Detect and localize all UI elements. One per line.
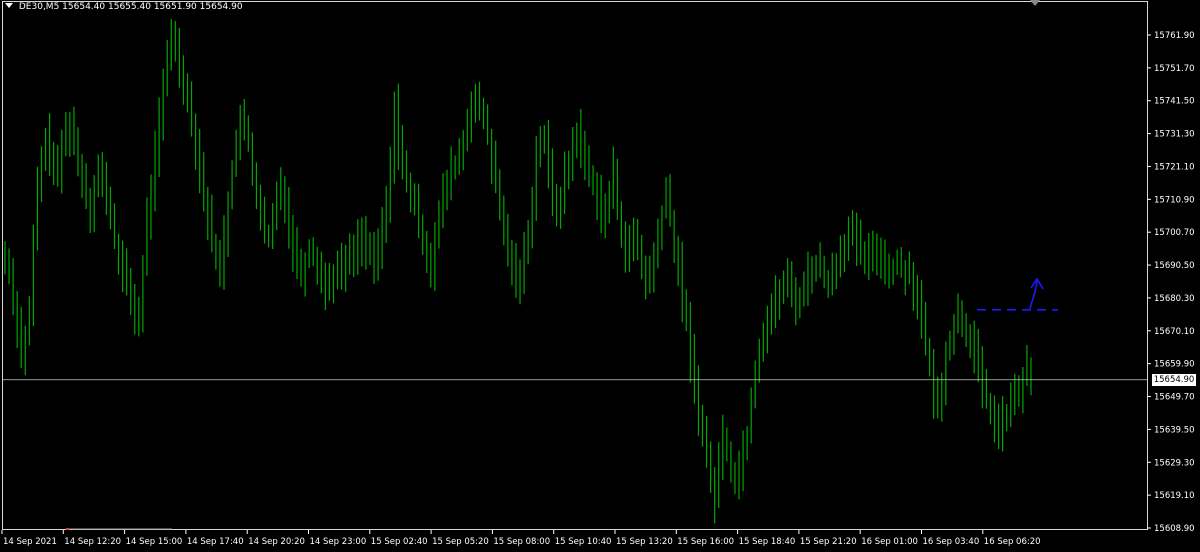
x-tick-label: 15 Sep 05:20 (432, 537, 489, 547)
ohlc-high: 15655.40 (108, 2, 151, 12)
scroll-marker (66, 528, 69, 530)
y-tick-label: 15751.70 (1154, 64, 1195, 74)
ohlc-close: 15654.90 (199, 2, 243, 12)
y-tick-label: 15639.50 (1154, 425, 1195, 435)
y-tick-label: 15629.30 (1154, 458, 1195, 468)
x-tick-label: 15 Sep 18:40 (739, 537, 796, 547)
y-tick-label: 15649.70 (1154, 393, 1195, 403)
y-tick-label: 15731.30 (1154, 130, 1195, 140)
x-tick-label: 14 Sep 15:00 (126, 537, 183, 547)
y-tick-label: 15659.90 (1154, 360, 1195, 370)
ohlc-low: 15651.90 (153, 2, 197, 12)
y-tick-label: 15741.50 (1154, 97, 1195, 107)
y-tick-label: 15710.90 (1154, 195, 1195, 205)
x-tick-label: 15 Sep 08:00 (493, 537, 550, 547)
y-tick-label: 15680.30 (1154, 294, 1195, 304)
y-tick-label: 15761.90 (1154, 31, 1195, 41)
y-tick-label: 15700.70 (1154, 228, 1195, 238)
x-tick-label: 16 Sep 01:00 (861, 537, 918, 547)
x-tick-label: 15 Sep 10:40 (555, 537, 612, 547)
x-tick-label: 14 Sep 17:40 (187, 537, 244, 547)
shift-marker-icon[interactable] (1030, 0, 1040, 6)
symbol-header: DE30,M5 15654.40 15655.40 15651.90 15654… (5, 2, 243, 13)
chart-window[interactable]: 15761.90 15751.70 15741.50 15731.30 15721.10… (0, 0, 1200, 552)
y-tick-label: 15721.10 (1154, 162, 1195, 172)
y-tick-label: 15619.10 (1154, 491, 1195, 501)
x-tick-label: 14 Sep 2021 (3, 537, 57, 547)
x-tick-label: 14 Sep 23:00 (310, 537, 367, 547)
y-tick-label: 15690.50 (1154, 261, 1195, 271)
x-tick-label: 16 Sep 03:40 (923, 537, 980, 547)
current-price-label: 15654.90 (1152, 374, 1196, 386)
x-tick-label: 16 Sep 06:20 (984, 537, 1041, 547)
symbol-name: DE30,M5 (18, 2, 60, 12)
x-tick-label: 15 Sep 21:20 (800, 537, 857, 547)
x-tick-label: 14 Sep 20:20 (248, 537, 305, 547)
ohlc-open: 15654.40 (62, 2, 106, 12)
y-tick-label: 15608.90 (1154, 524, 1195, 534)
x-tick-label: 15 Sep 16:00 (677, 537, 734, 547)
x-tick-label: 15 Sep 13:20 (616, 537, 673, 547)
x-tick-label: 15 Sep 02:40 (371, 537, 428, 547)
x-tick-label: 14 Sep 12:20 (64, 537, 121, 547)
dropdown-triangle-icon[interactable] (5, 3, 13, 8)
chart-svg: 15761.90 15751.70 15741.50 15731.30 15721.10… (1, 18, 1195, 547)
y-tick-label: 15670.10 (1154, 327, 1195, 337)
